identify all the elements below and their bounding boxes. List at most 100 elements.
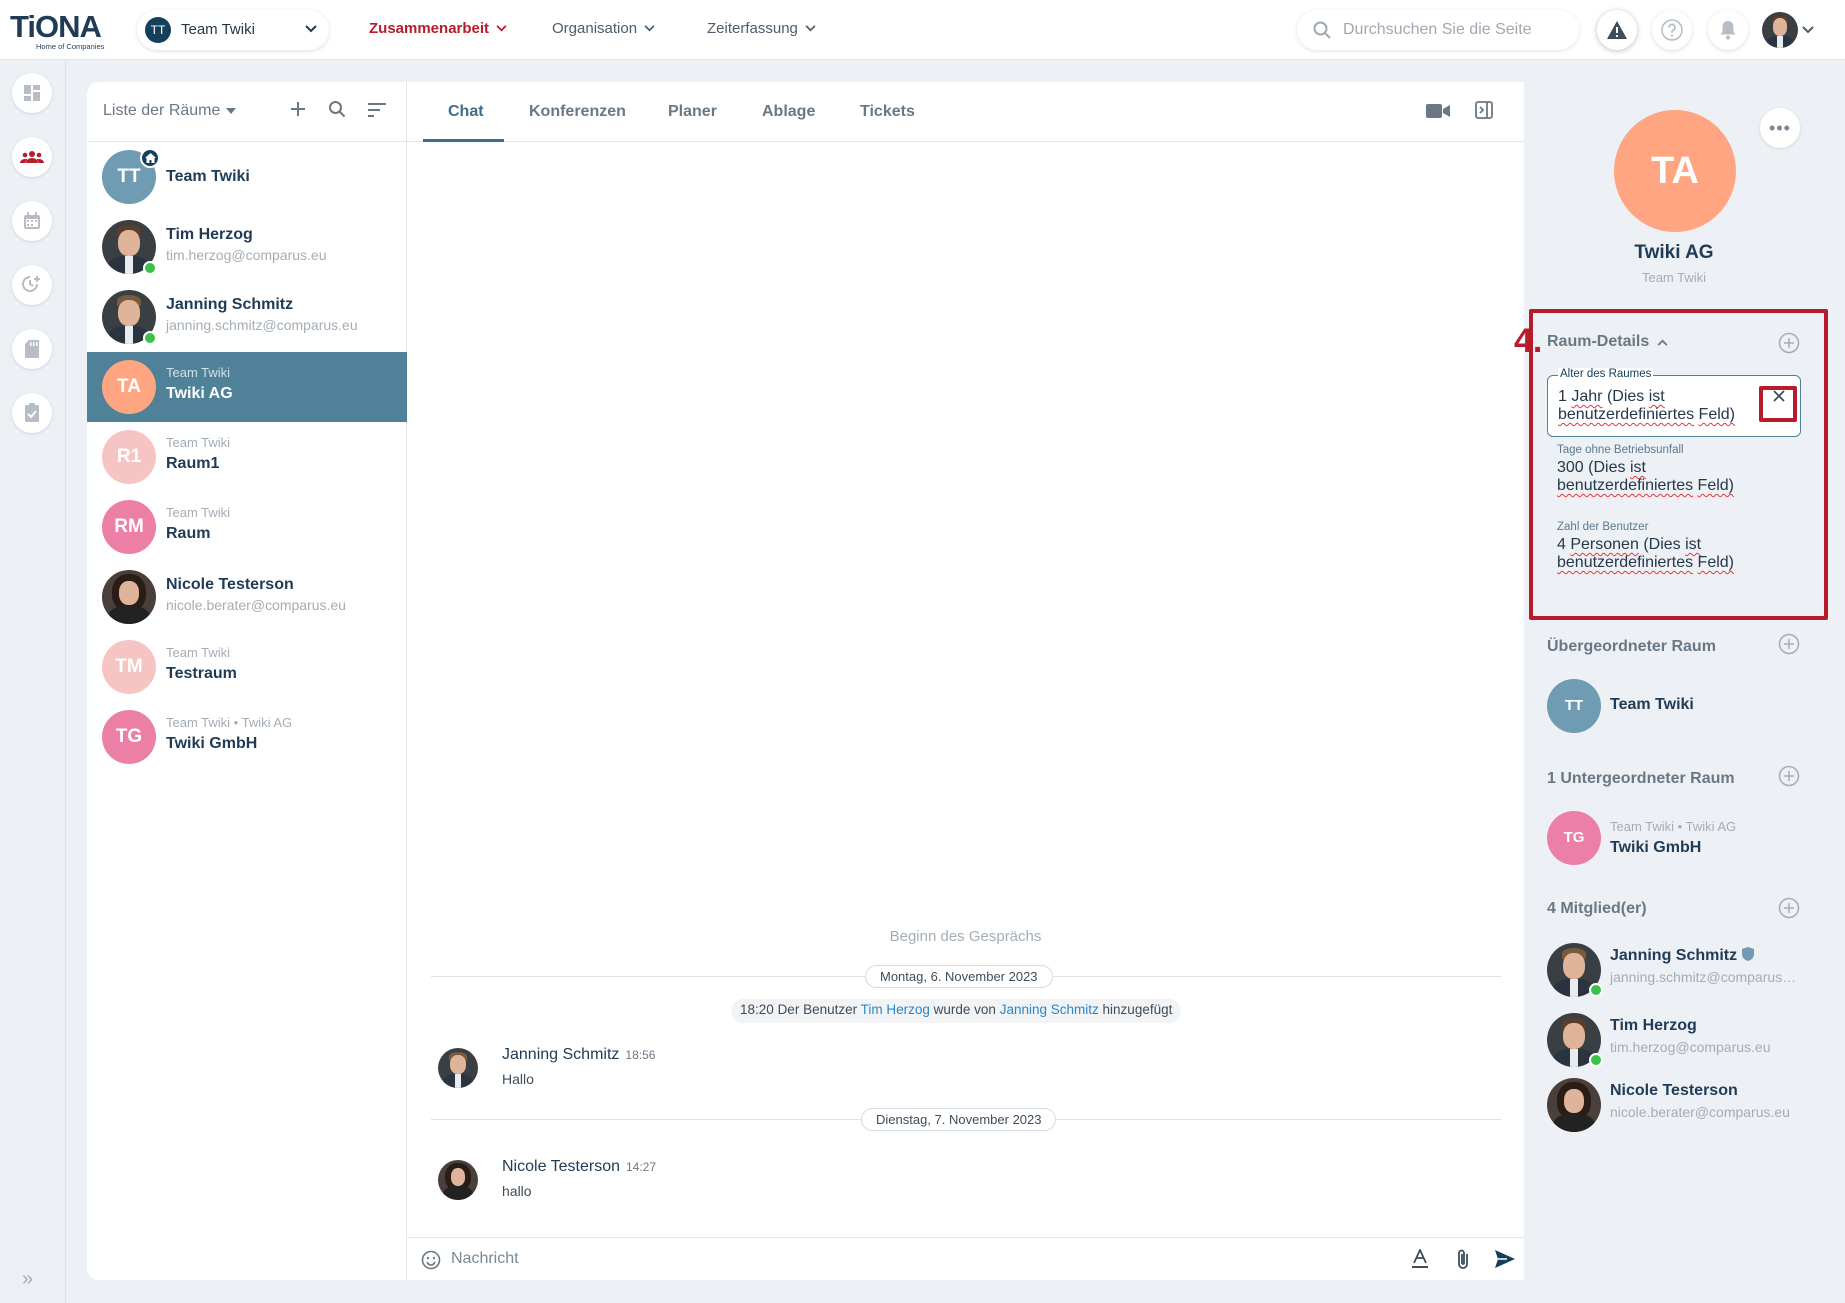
child-room-item[interactable]: TG Team Twiki • Twiki AG Twiki GmbH — [1547, 811, 1817, 867]
tab-tickets[interactable]: Tickets — [860, 103, 915, 121]
files-icon — [25, 340, 39, 358]
logo-text: TiONA — [10, 9, 102, 44]
value-part: (Dies — [1588, 459, 1626, 476]
room-item-twiki-gmbh[interactable]: TG Team Twiki • Twiki AG Twiki GmbH — [87, 702, 407, 772]
room-item-twiki-ag[interactable]: TA Team Twiki Twiki AG — [87, 352, 407, 422]
member-email: tim.herzog@comparus.eu — [1610, 1039, 1771, 1055]
room-list-title[interactable]: Liste der Räume — [103, 102, 237, 120]
field-label: Alter des Raumes — [1558, 368, 1654, 380]
search-icon[interactable] — [328, 100, 346, 118]
emoji-icon[interactable] — [421, 1250, 441, 1270]
sort-icon[interactable] — [368, 103, 386, 117]
user-link[interactable]: Janning Schmitz — [1000, 1002, 1099, 1017]
notifications-button[interactable] — [1708, 10, 1748, 50]
room-email: tim.herzog@comparus.eu — [166, 247, 327, 263]
member-item[interactable]: Janning Schmitz janning.schmitz@comparus… — [1547, 943, 1817, 999]
rail-time-tracking[interactable] — [12, 265, 52, 305]
room-avatar: TM — [102, 640, 156, 694]
alert-button[interactable] — [1597, 10, 1637, 50]
message-text: hallo — [502, 1183, 532, 1199]
room-email: nicole.berater@comparus.eu — [166, 597, 346, 613]
user-link[interactable]: Tim Herzog — [861, 1002, 930, 1017]
rail-calendar[interactable] — [12, 201, 52, 241]
send-icon[interactable] — [1494, 1249, 1516, 1269]
tab-konferenzen[interactable]: Konferenzen — [529, 103, 626, 121]
date-pill: Montag, 6. November 2023 — [865, 965, 1053, 988]
nav-zeiterfassung[interactable]: Zeiterfassung — [707, 20, 816, 37]
room-item-team-twiki[interactable]: TT Team Twiki — [87, 142, 407, 212]
room-name: Twiki GmbH — [166, 735, 258, 752]
message-author[interactable]: Janning Schmitz — [502, 1046, 619, 1063]
member-name: Nicole Testerson — [1610, 1082, 1738, 1099]
tiona-logo[interactable]: TiONA Home of Companies — [10, 8, 110, 52]
tasks-icon — [25, 403, 39, 422]
chat-message[interactable]: Janning Schmitz 18:56 Hallo — [431, 1046, 1481, 1106]
nav-organisation[interactable]: Organisation — [552, 20, 655, 37]
members-heading: 4 Mitglied(er) — [1547, 900, 1647, 917]
room-parent: Team Twiki — [166, 435, 231, 450]
parent-room-item[interactable]: TT Team Twiki — [1547, 679, 1817, 735]
room-list-title-label: Liste der Räume — [103, 102, 221, 119]
add-detail-icon[interactable] — [1778, 332, 1800, 354]
member-item[interactable]: Nicole Testerson nicole.berater@comparus… — [1547, 1078, 1817, 1134]
room-avatar: TA — [102, 360, 156, 414]
message-author-line: Nicole Testerson 14:27 — [502, 1158, 656, 1176]
rail-collaboration[interactable] — [12, 137, 52, 177]
message-author[interactable]: Nicole Testerson — [502, 1158, 620, 1175]
nav-zusammenarbeit[interactable]: Zusammenarbeit — [369, 20, 507, 37]
message-input[interactable]: Nachricht — [451, 1250, 519, 1268]
room-details-heading: Raum-Details — [1547, 333, 1650, 350]
message-composer[interactable]: Nachricht — [407, 1237, 1524, 1280]
room-item-tim-herzog[interactable]: Tim Herzog tim.herzog@comparus.eu — [87, 212, 407, 282]
message-time: 18:56 — [625, 1048, 656, 1062]
room-item-nicole-testerson[interactable]: Nicole Testerson nicole.berater@comparus… — [87, 562, 407, 632]
message-text: Hallo — [502, 1071, 534, 1087]
room-avatar: RM — [102, 500, 156, 554]
message-time: 14:27 — [625, 1160, 657, 1174]
text-format-icon[interactable] — [1412, 1249, 1428, 1269]
chat-message[interactable]: Nicole Testerson 14:27 hallo — [431, 1158, 1481, 1218]
value-part: (Dies — [1643, 536, 1681, 553]
add-room-icon[interactable] — [289, 100, 307, 118]
tab-ablage[interactable]: Ablage — [762, 103, 815, 121]
search-field[interactable]: Durchsuchen Sie die Seite — [1297, 10, 1579, 50]
room-item-janning-schmitz[interactable]: Janning Schmitz janning.schmitz@comparus… — [87, 282, 407, 352]
field-tage-ohne-betriebsunfall[interactable]: Tage ohne Betriebsunfall 300 (Dies ist be… — [1557, 444, 1811, 495]
more-options-button[interactable]: ••• — [1760, 108, 1800, 148]
member-name-text: Janning Schmitz — [1610, 947, 1738, 964]
add-parent-room-icon[interactable] — [1778, 633, 1800, 655]
add-child-room-icon[interactable] — [1778, 765, 1800, 787]
help-button[interactable] — [1652, 10, 1692, 50]
room-subtitle: Team Twiki — [1641, 270, 1707, 285]
room-item-raum[interactable]: RM Team Twiki Raum — [87, 492, 407, 562]
tab-planer[interactable]: Planer — [668, 103, 717, 121]
rail-tasks[interactable] — [12, 393, 52, 433]
room-parent: Team Twiki • Twiki AG — [166, 715, 293, 730]
team-selector[interactable]: TT Team Twiki — [137, 10, 329, 50]
top-bar: TiONA Home of Companies TT Team Twiki Zu… — [0, 0, 1845, 60]
value-part: Feld) — [1697, 554, 1734, 571]
room-details-toggle[interactable]: Raum-Details — [1547, 333, 1668, 351]
expand-rail-icon[interactable]: » — [22, 1268, 33, 1291]
attachment-icon[interactable] — [1456, 1248, 1470, 1270]
profile-menu[interactable] — [1762, 11, 1820, 49]
field-label: Zahl der Benutzer — [1557, 521, 1649, 533]
value-part: Feld) — [1698, 406, 1735, 423]
room-item-testraum[interactable]: TM Team Twiki Testraum — [87, 632, 407, 702]
room-tabs: Chat Konferenzen Planer Ablage Tickets — [407, 82, 1524, 142]
member-item[interactable]: Tim Herzog tim.herzog@comparus.eu — [1547, 1013, 1817, 1069]
add-member-icon[interactable] — [1778, 897, 1800, 919]
field-value: 1 Jahr (Dies ist benutzerdefiniertes Feld… — [1558, 388, 1760, 424]
video-call-icon[interactable] — [1426, 102, 1450, 120]
field-zahl-der-benutzer[interactable]: Zahl der Benutzer 4 Personen (Dies ist be… — [1557, 521, 1811, 572]
rail-dashboard[interactable] — [12, 73, 52, 113]
room-item-raum1[interactable]: R1 Team Twiki Raum1 — [87, 422, 407, 492]
value-part: ist — [1629, 459, 1646, 476]
room-list-header: Liste der Räume — [87, 82, 407, 142]
room-parent: Team Twiki — [166, 505, 231, 520]
toggle-side-panel-icon[interactable] — [1475, 101, 1493, 119]
message-avatar — [438, 1048, 478, 1088]
rail-files[interactable] — [12, 329, 52, 369]
value-part: benutzerdefiniertes — [1557, 554, 1694, 571]
tab-chat[interactable]: Chat — [448, 103, 484, 121]
